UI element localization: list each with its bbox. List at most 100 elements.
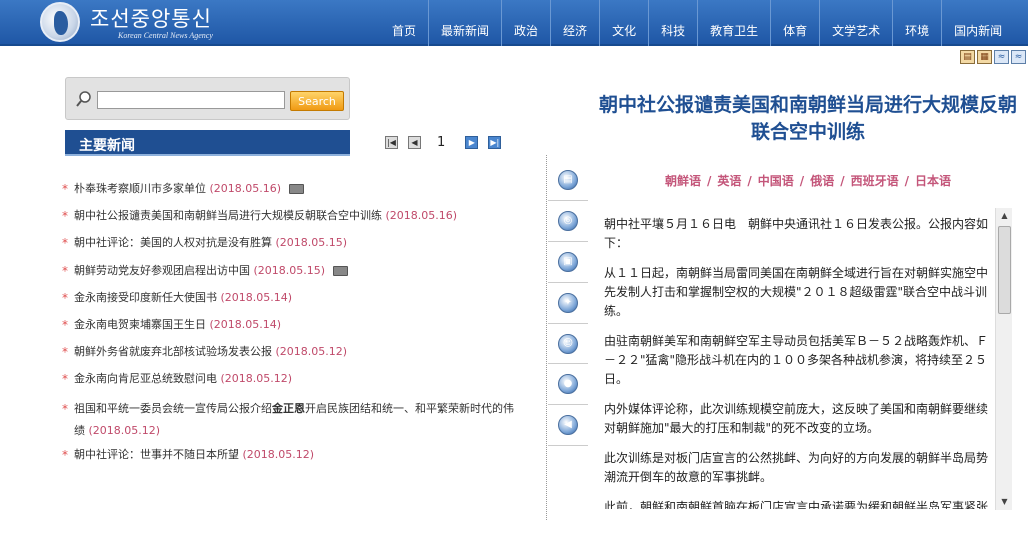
news-title-link[interactable]: 朝中社评论：世事并不随日本所望 [74,448,239,461]
article-scrollbar[interactable]: ▲ ▼ [995,208,1012,510]
news-title-link[interactable]: 朴奉珠考察顺川市多家单位 [74,182,206,195]
nav-economy[interactable]: 经济 [551,0,601,46]
list-item: * 金永南电贺柬埔寨国王生日 (2018.05.14) [62,316,522,334]
article-paragraph: 由驻南朝鲜美军和南朝鲜空军主导动员包括美军Ｂ－５２战略轰炸机、Ｆ－２２"猛禽"隐… [604,334,989,386]
side-document-button[interactable]: ▤ [548,160,588,201]
language-switcher: 朝鲜语 / 英语 / 中国语 / 俄语 / 西班牙语 / 日本语 [598,172,1018,189]
lang-separator: / [706,174,712,188]
search-button[interactable]: Search [290,91,344,111]
camera-icon: ▣ [558,251,578,272]
lang-separator: / [840,174,845,188]
news-title-link[interactable]: 金永南电贺柬埔寨国王生日 [74,318,206,331]
search-box: Search [65,77,350,120]
news-title-link[interactable]: 朝中社公报谴责美国和南朝鲜当局进行大规模反朝联合空中训练 [74,209,382,222]
list-item: * 金永南向肯尼亚总统致慰问电 (2018.05.12) [62,370,522,388]
news-date: (2018.05.12) [242,447,315,461]
article-body: 朝中社平壤５月１６日电 朝鲜中央通讯社１６日发表公报。公报内容如下： 从１１日起… [604,215,994,509]
scroll-up-icon[interactable]: ▲ [996,208,1013,224]
next-page-icon[interactable]: ▶ [465,136,479,149]
side-film-button[interactable]: ◎ [548,201,588,242]
current-page: 1 [437,135,446,150]
column-divider [546,155,547,520]
side-camera-button[interactable]: ▣ [548,242,588,283]
news-date: (2018.05.15) [253,263,326,277]
article-paragraph: 此前，朝鲜和南朝鲜首脑在板门店宣言中承诺要为缓和朝鲜半岛军事紧张局势、消除战争危… [604,500,989,509]
side-compass-button[interactable]: ✦ [548,283,588,324]
side-user-button[interactable]: ● [548,364,588,406]
news-title-bold: 金正恩 [272,401,305,415]
article-paragraph: 此次训练是对板门店宣言的公然挑衅、为向好的方向发展的朝鲜半岛局势潮流开倒车的故意… [604,451,989,484]
back-icon: ◀ [558,415,578,436]
nav-domestic-news[interactable]: 国内新闻 [942,0,1014,46]
lang-korean[interactable]: 朝鲜语 [665,174,701,188]
bullet-icon: * [62,447,68,462]
news-date: (2018.05.12) [275,345,348,359]
news-title-link[interactable]: 朝鲜外务省就废弃北部核试验场发表公报 [74,345,272,358]
news-list: * 朴奉珠考察顺川市多家单位 (2018.05.16) * 朝中社公报谴责美国和… [62,180,522,473]
brand-subtitle: Korean Central News Agency [118,31,213,40]
kcna-logo[interactable] [40,2,80,42]
scroll-down-icon[interactable]: ▼ [996,494,1013,510]
nav-home[interactable]: 首页 [380,0,430,46]
news-date: (2018.05.14) [209,317,282,331]
news-date: (2018.05.16) [385,209,458,223]
document-icon: ▤ [558,170,578,190]
article-paragraph: 内外媒体评论称，此次训练规模空前庞大，这反映了美国和南朝鲜要继续对朝鲜施加"最大… [604,402,989,435]
bullet-icon: * [62,401,68,416]
lang-english[interactable]: 英语 [717,174,741,188]
side-back-button[interactable]: ◀ [548,405,588,447]
bullet-icon: * [62,263,68,278]
news-title-link[interactable]: 金永南向肯尼亚总统致慰问电 [74,372,217,385]
scroll-thumb[interactable] [998,226,1011,314]
rss-icon[interactable]: ▤ [960,50,975,64]
last-page-icon[interactable]: ▶| [488,136,502,149]
bullet-icon: * [62,317,68,332]
news-title-link[interactable]: 金永南接受印度新任大使国书 [74,291,217,304]
lang-russian[interactable]: 俄语 [810,174,834,188]
list-item: * 朝中社评论：美国的人权对抗是没有胜算 (2018.05.15) [62,234,522,252]
side-icon-menu: ▤ ◎ ▣ ✦ ☺ ● ◀ [548,160,588,447]
article-title: 朝中社公报谴责美国和南朝鲜当局进行大规模反朝联合空中训练 [598,94,1017,143]
news-date: (2018.05.12) [220,372,293,386]
nav-environment[interactable]: 环境 [893,0,943,46]
list-item: * 朝中社评论：世事并不随日本所望 (2018.05.12) [62,446,522,464]
lang-spanish[interactable]: 西班牙语 [851,174,899,188]
news-date: (2018.05.16) [209,182,282,195]
expand-icon[interactable]: ≈ [1011,50,1026,64]
map-icon [54,11,68,35]
main-news-title: 主要新闻 [79,138,135,154]
bullet-icon: * [62,345,68,360]
news-title-link[interactable]: 朝中社评论：美国的人权对抗是没有胜算 [74,236,272,249]
nav-literature-art[interactable]: 文学艺术 [820,0,894,46]
lang-separator: / [799,174,805,188]
nav-education-health[interactable]: 教育卫生 [698,0,772,46]
first-page-icon[interactable]: |◀ [385,136,398,149]
user-icon: ● [558,374,578,395]
search-input[interactable] [97,91,285,109]
nav-politics[interactable]: 政治 [502,0,552,46]
news-title-link[interactable]: 朝鲜劳动党友好参观团启程出访中国 [74,264,250,277]
collapse-icon[interactable]: ≈ [994,50,1009,64]
list-item: * 朝鲜外务省就废弃北部核试验场发表公报 (2018.05.12) [62,343,522,361]
camera-icon [332,265,348,276]
video-icon[interactable]: ▦ [977,50,992,64]
nav-culture[interactable]: 文化 [600,0,650,46]
news-date: (2018.05.12) [88,423,161,437]
article-paragraph: 从１１日起，南朝鲜当局雷同美国在南朝鲜全域进行旨在对朝鲜实施空中先发制人打击和掌… [604,266,989,318]
side-person-button[interactable]: ☺ [548,324,588,365]
main-nav: 首页 最新新闻 政治 经济 文化 科技 教育卫生 体育 文学艺术 环境 国内新闻 [380,0,1014,46]
list-item: * 祖国和平统一委员会统一宣传局公报介绍金正恩开启民族团结和统一、和平繁荣新时代… [62,398,522,442]
bullet-icon: * [62,236,68,251]
film-icon: ◎ [558,210,578,231]
lang-japanese[interactable]: 日本语 [915,174,951,188]
nav-latest-news[interactable]: 最新新闻 [429,0,503,46]
camera-icon [288,184,304,194]
nav-science[interactable]: 科技 [649,0,699,46]
prev-page-icon[interactable]: ◀ [408,136,421,149]
list-item: * 朝中社公报谴责美国和南朝鲜当局进行大规模反朝联合空中训练 (2018.05.… [62,207,522,225]
nav-sports[interactable]: 体育 [771,0,821,46]
lang-chinese[interactable]: 中国语 [758,174,794,188]
main-news-header: 主要新闻 [65,130,350,156]
bullet-icon: * [62,372,68,387]
bullet-icon: * [62,182,68,196]
